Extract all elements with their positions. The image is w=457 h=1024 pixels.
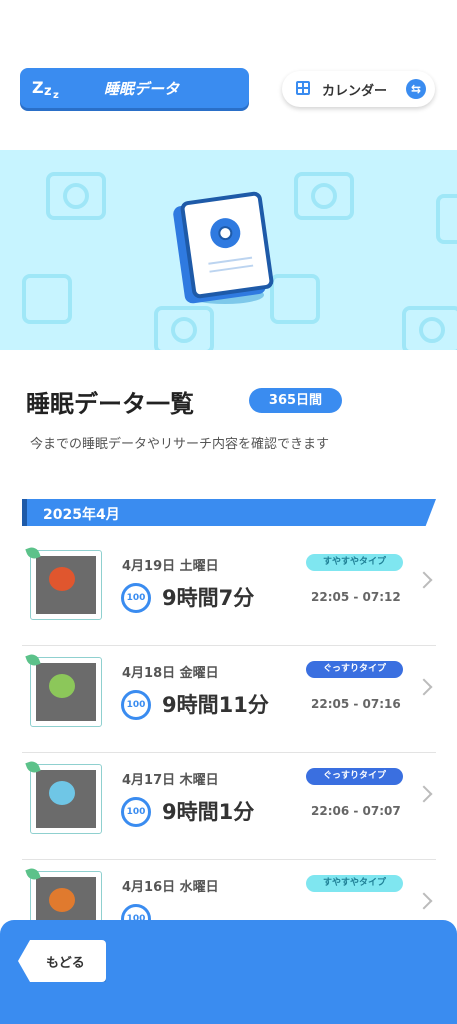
back-button-label: もどる <box>46 956 85 971</box>
entry-date: 4月16日 水曜日 <box>122 880 219 895</box>
score-badge: 100 <box>121 690 151 720</box>
pattern-tile <box>22 274 72 324</box>
sleep-entry[interactable]: 4月18日 金曜日 ぐっすりタイプ 100 9時間11分 22:05 - 07:… <box>22 645 436 753</box>
month-header: 2025年4月 <box>22 499 436 526</box>
sleep-type-badge: ぐっすりタイプ <box>306 768 403 785</box>
sleep-time-range: 22:05 - 07:12 <box>311 590 401 604</box>
entry-date: 4月17日 木曜日 <box>122 773 219 788</box>
pokemon-image <box>49 567 75 591</box>
pokemon-image <box>49 674 75 698</box>
swap-icon: ⇆ <box>406 79 426 99</box>
sleep-type-badge: すやすやタイプ <box>306 875 403 892</box>
pattern-tile <box>436 194 457 244</box>
sleep-book-icon <box>179 190 275 300</box>
pokemon-image <box>49 781 75 805</box>
chevron-right-icon <box>415 892 433 910</box>
pattern-tile <box>270 274 320 324</box>
pattern-tile <box>402 306 457 350</box>
sleep-time-range: 22:05 - 07:16 <box>311 697 401 711</box>
entry-date: 4月18日 金曜日 <box>122 666 219 681</box>
pattern-tile <box>46 172 106 220</box>
sleep-duration: 9時間1分 <box>162 800 255 824</box>
page-title: 睡眠データ <box>104 80 180 98</box>
score-badge: 100 <box>121 797 151 827</box>
chevron-right-icon <box>415 785 433 803</box>
sleep-type-badge: すやすやタイプ <box>306 554 403 571</box>
sleep-time-range: 22:06 - 07:07 <box>311 804 401 818</box>
sleep-duration: 9時間11分 <box>162 693 269 717</box>
month-label: 2025年4月 <box>43 507 120 523</box>
pokemon-image <box>49 888 75 912</box>
entry-date: 4月19日 土曜日 <box>122 559 219 574</box>
calendar-icon <box>296 81 310 95</box>
sleep-type-badge: ぐっすりタイプ <box>306 661 403 678</box>
back-button[interactable]: もどる <box>18 940 106 982</box>
pattern-tile <box>294 172 354 220</box>
calendar-button-label: カレンダー <box>322 84 388 99</box>
list-title: 睡眠データ一覧 <box>26 390 194 418</box>
entry-photo <box>25 545 102 620</box>
sleep-duration: 9時間7分 <box>162 586 255 610</box>
sleep-entry[interactable]: 4月19日 土曜日 すやすやタイプ 100 9時間7分 22:05 - 07:1… <box>22 538 436 646</box>
sleep-entry[interactable]: 4月17日 木曜日 ぐっすりタイプ 100 9時間1分 22:06 - 07:0… <box>22 752 436 860</box>
pattern-tile <box>154 306 214 350</box>
days-badge: 365日間 <box>249 388 342 413</box>
list-subtitle: 今までの睡眠データやリサーチ内容を確認できます <box>30 437 330 452</box>
entry-photo <box>25 759 102 834</box>
chevron-right-icon <box>415 571 433 589</box>
calendar-button[interactable]: カレンダー ⇆ <box>282 71 435 107</box>
chevron-right-icon <box>415 678 433 696</box>
score-badge: 100 <box>121 583 151 613</box>
page-title-header: Z z z 睡眠データ <box>20 68 249 108</box>
entry-photo <box>25 652 102 727</box>
